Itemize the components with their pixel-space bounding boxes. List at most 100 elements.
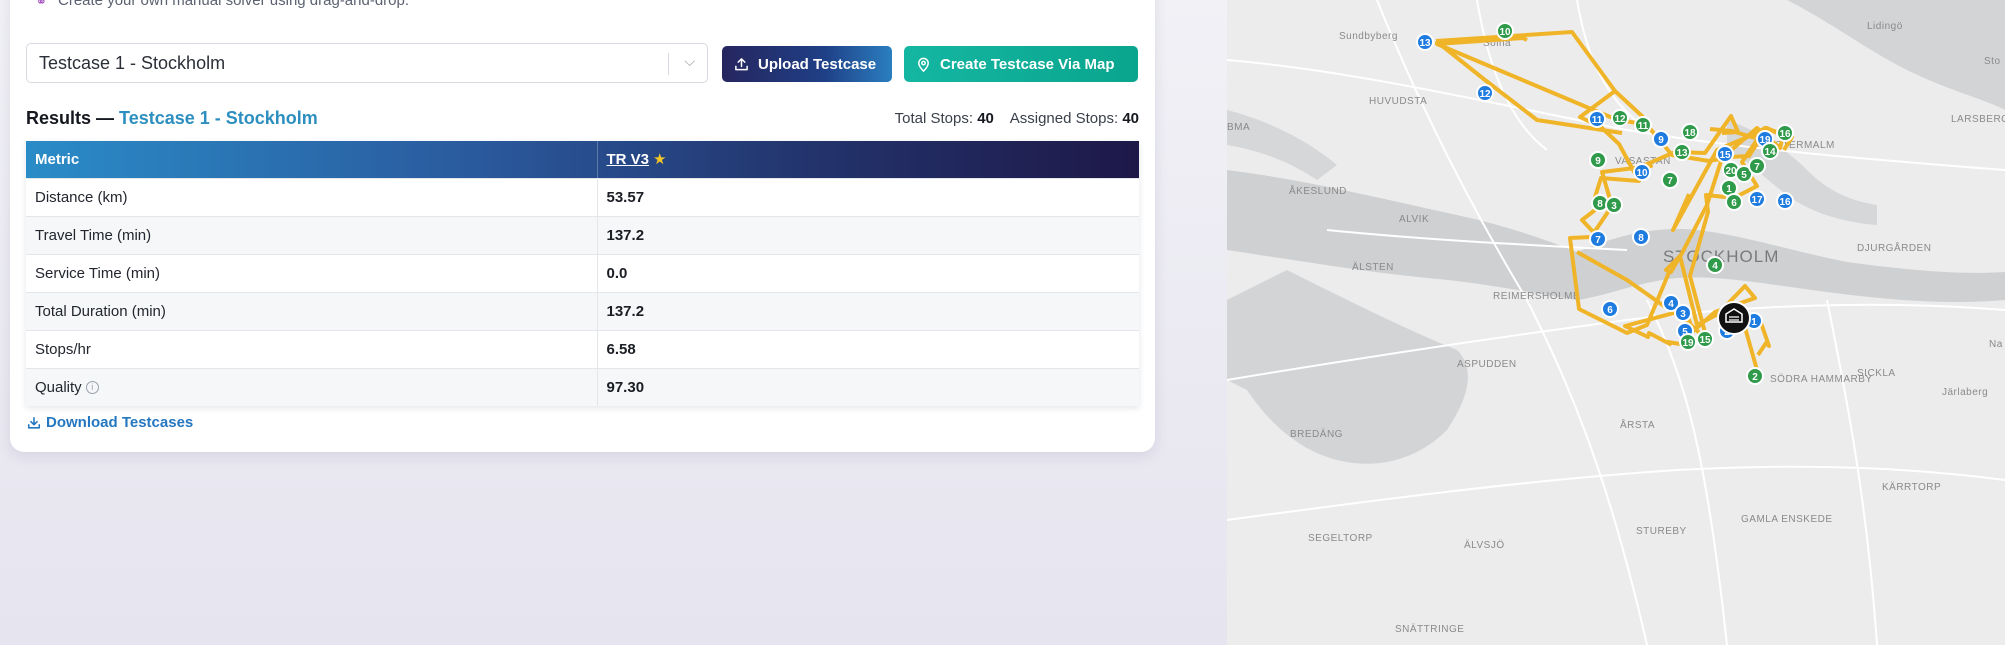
svg-text:9: 9 [1658,135,1664,146]
results-prefix: Results — [26,108,115,128]
solver-name-link[interactable]: TR V3 [607,151,650,168]
download-testcases-label: Download Testcases [46,414,194,431]
table-row: Service Time (min) 0.0 [26,253,1139,292]
map-label-huvudsta: HUVUDSTA [1369,96,1427,107]
svg-text:12: 12 [1614,114,1626,125]
assigned-stops-value: 40 [1122,110,1139,127]
stop-marker[interactable]: 16 [1776,192,1794,210]
route-map[interactable]: Sundbyberg Solna HUVUDSTA Lidingö Sto ÅK… [1227,0,2005,645]
testcase-select[interactable]: Testcase 1 - Stockholm ⌵ [26,43,708,83]
svg-text:6: 6 [1731,198,1737,209]
metric-column-header: Metric [26,141,598,178]
metric-value: 97.30 [597,367,1139,406]
svg-text:3: 3 [1680,309,1686,320]
metric-value: 137.2 [597,215,1139,254]
stop-marker[interactable]: 7 [1589,230,1607,248]
svg-text:1: 1 [1751,317,1757,328]
metric-name: Total Duration (min) [26,291,598,330]
stop-marker[interactable]: 2 [1746,367,1764,385]
stop-marker[interactable]: 15 [1696,330,1714,348]
depot-marker[interactable] [1717,301,1751,335]
stop-marker[interactable]: 16 [1776,124,1794,142]
stop-marker[interactable]: 9 [1652,130,1670,148]
map-label-sto: Sto [1984,56,2001,67]
subtitle-text: Create your own manual solver using drag… [58,0,410,9]
metric-value: 53.57 [597,177,1139,216]
chevron-down-icon[interactable]: ⌵ [684,53,695,70]
metrics-table: Metric TR V3 ★ Distance (km) 53.57 Travel… [26,141,1139,406]
table-header-row: Metric TR V3 ★ [26,141,1139,178]
stop-marker[interactable]: 11 [1634,116,1652,134]
select-divider [668,53,669,75]
create-testcase-map-label: Create Testcase Via Map [940,55,1115,73]
svg-text:15: 15 [1719,150,1731,161]
stop-marker[interactable]: 7 [1748,157,1766,175]
stop-marker[interactable]: 3 [1674,304,1692,322]
svg-text:1: 1 [1726,184,1732,195]
stop-marker[interactable]: 6 [1601,300,1619,318]
stop-marker[interactable]: 8 [1632,228,1650,246]
upload-icon [735,57,748,70]
svg-text:16: 16 [1779,129,1791,140]
upload-testcase-button[interactable]: Upload Testcase [722,46,892,82]
stop-marker[interactable]: 3 [1605,196,1623,214]
metric-value: 137.2 [597,291,1139,330]
stop-marker[interactable]: 7 [1661,171,1679,189]
svg-text:6: 6 [1607,305,1613,316]
metric-name: Service Time (min) [26,253,598,292]
map-label-sickla: SICKLA [1857,368,1896,379]
metric-name: Distance (km) [26,177,598,216]
stop-marker[interactable]: 14 [1761,142,1779,160]
map-canvas[interactable]: Sundbyberg Solna HUVUDSTA Lidingö Sto ÅK… [1227,0,2005,645]
map-label-alsten: ÄLSTEN [1352,261,1394,273]
svg-text:4: 4 [1712,261,1718,272]
map-label-na: Na [1989,339,2003,350]
stop-marker[interactable]: 15 [1716,145,1734,163]
stop-marker[interactable]: 19 [1679,333,1697,351]
svg-text:8: 8 [1597,199,1603,210]
subtitle-row: ⚭ Create your own manual solver using dr… [36,0,409,9]
stop-marker[interactable]: 13 [1673,143,1691,161]
stop-marker[interactable]: 12 [1611,109,1629,127]
stop-marker[interactable]: 13 [1416,33,1434,51]
svg-text:14: 14 [1764,147,1776,158]
map-label-djurgarden: DJURGÅRDEN [1857,241,1931,254]
map-label-arsta: ÅRSTA [1620,418,1655,431]
map-label-alvsjo: ÄLVSJÖ [1464,539,1505,551]
results-heading: Results — Testcase 1 - Stockholm [26,108,318,129]
map-label-sundbyberg: Sundbyberg [1339,31,1398,42]
solver-column-header[interactable]: TR V3 ★ [597,141,1139,178]
map-label-karrtorp: KÄRRTORP [1882,481,1941,493]
svg-text:11: 11 [1592,115,1603,126]
stop-marker[interactable]: 10 [1633,163,1651,181]
stop-marker[interactable]: 18 [1681,123,1699,141]
stop-marker[interactable]: 11 [1588,110,1606,128]
map-label-bredang: BREDÄNG [1290,428,1343,440]
stop-marker[interactable]: 9 [1589,151,1607,169]
testcase-select-value: Testcase 1 - Stockholm [39,52,226,73]
svg-text:4: 4 [1668,299,1674,310]
stop-marker[interactable]: 6 [1725,193,1743,211]
svg-text:18: 18 [1684,128,1696,139]
stop-marker[interactable]: 12 [1476,84,1494,102]
map-label-bromma: BMA [1227,122,1250,133]
star-icon: ★ [653,151,667,169]
stop-marker[interactable]: 17 [1748,190,1766,208]
svg-text:7: 7 [1754,162,1760,173]
stop-marker[interactable]: 4 [1706,256,1724,274]
svg-text:19: 19 [1682,338,1694,349]
download-testcases-link[interactable]: Download Testcases [27,414,193,431]
metric-name: Stops/hr [26,329,598,368]
stop-marker[interactable]: 10 [1496,22,1514,40]
left-pane: ⚭ Create your own manual solver using dr… [0,0,1195,645]
svg-text:10: 10 [1499,27,1511,38]
map-label-lidingo: Lidingö [1867,21,1903,32]
table-row: Total Duration (min) 137.2 [26,291,1139,330]
total-stops-label: Total Stops: [894,110,974,127]
stops-summary: Total Stops: 40 Assigned Stops: 40 [895,110,1139,127]
info-icon[interactable]: i [85,381,99,395]
svg-text:8: 8 [1638,233,1644,244]
results-testcase-name: Testcase 1 - Stockholm [119,108,318,128]
create-testcase-map-button[interactable]: Create Testcase Via Map [904,46,1138,82]
svg-text:13: 13 [1676,148,1688,159]
